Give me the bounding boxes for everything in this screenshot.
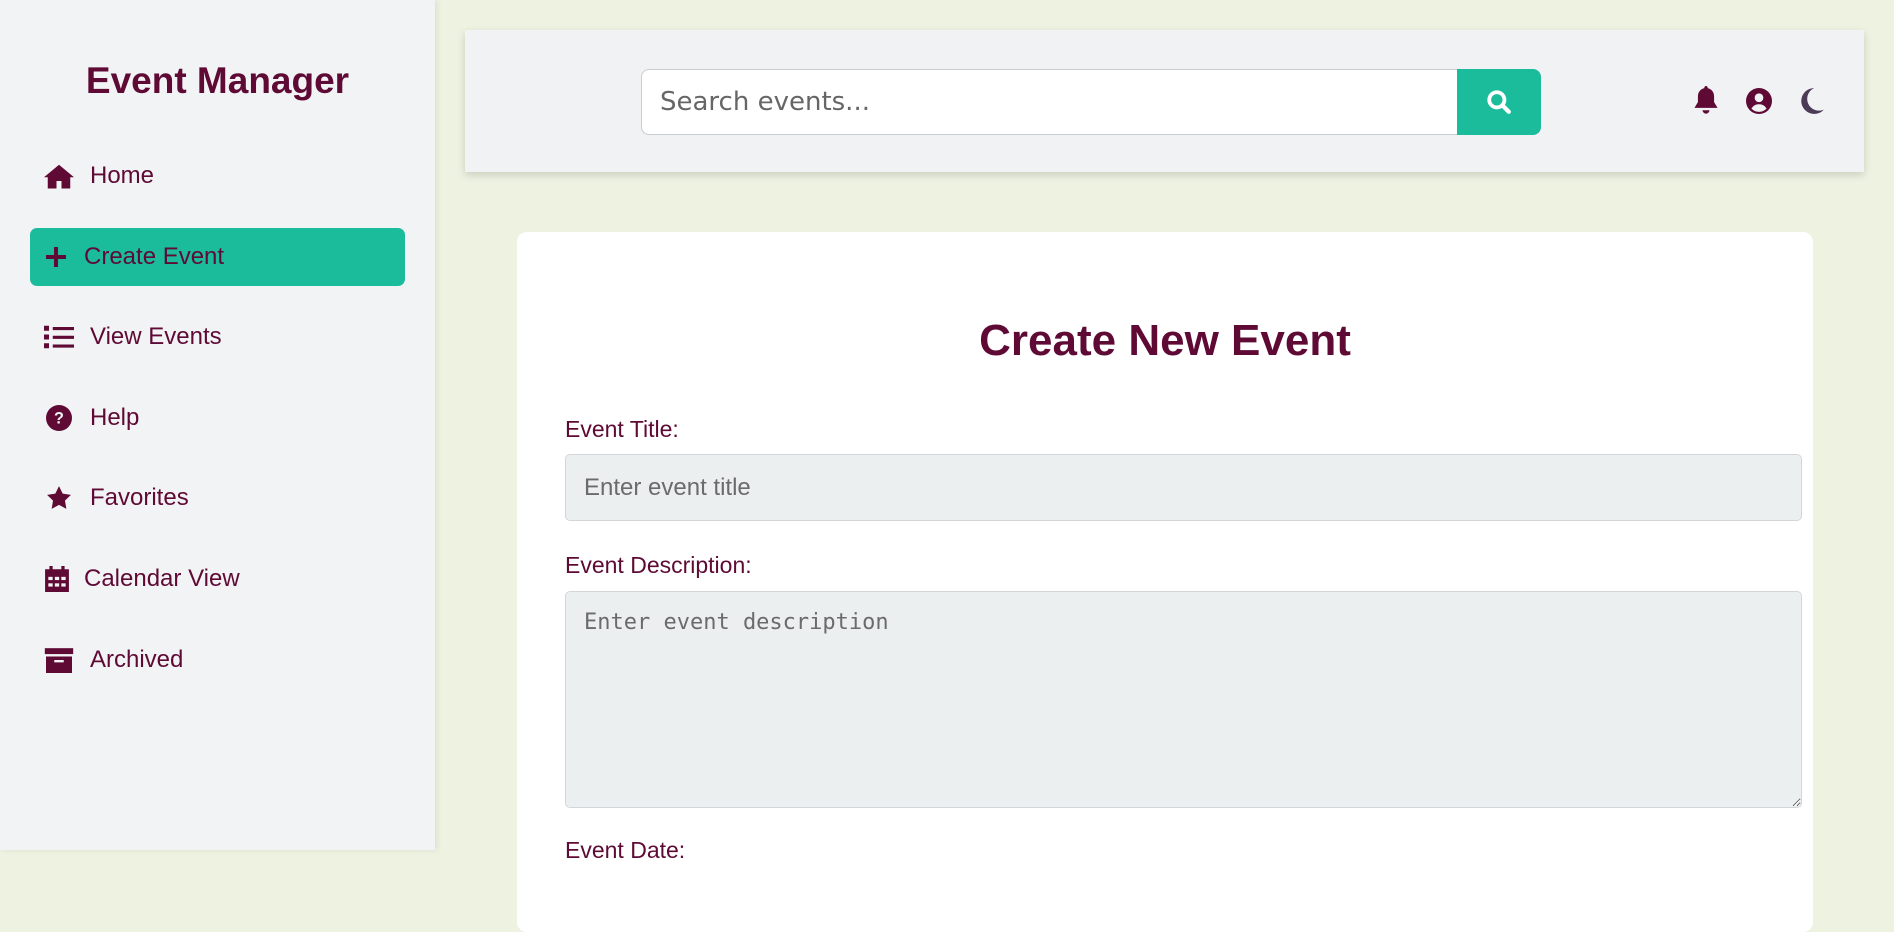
- sidebar-item-label: Help: [90, 404, 140, 431]
- list-icon: [44, 325, 74, 349]
- sidebar-item-view-events[interactable]: View Events: [30, 308, 405, 366]
- bell-icon: [1694, 86, 1718, 114]
- dark-mode-toggle[interactable]: [1797, 85, 1827, 117]
- event-title-input[interactable]: [565, 454, 1802, 521]
- home-icon: [44, 164, 74, 189]
- moon-icon: [1801, 88, 1824, 114]
- plus-icon: [46, 247, 66, 267]
- sidebar-item-create-event[interactable]: Create Event: [30, 228, 405, 286]
- sidebar-item-favorites[interactable]: Favorites: [30, 469, 405, 527]
- sidebar-item-label: Home: [90, 162, 155, 189]
- event-date-label: Event Date:: [565, 837, 686, 863]
- event-title-label: Event Title:: [565, 416, 679, 442]
- sidebar-item-help[interactable]: ? Help: [30, 389, 405, 447]
- notifications-button[interactable]: [1691, 85, 1721, 117]
- search-button[interactable]: [1457, 69, 1541, 135]
- search-icon: [1487, 90, 1511, 114]
- question-circle-icon: ?: [46, 405, 72, 431]
- event-description-label: Event Description:: [565, 552, 752, 578]
- sidebar-item-label: View Events: [90, 323, 222, 350]
- event-description-textarea[interactable]: [565, 591, 1802, 808]
- calendar-icon: [45, 566, 69, 592]
- star-icon: [47, 486, 71, 509]
- create-event-form: Create New Event Event Title: Event Desc…: [517, 232, 1813, 932]
- sidebar: Event Manager Home Create Event View Eve…: [0, 0, 435, 850]
- app-title: Event Manager: [85, 60, 350, 101]
- archive-icon: [44, 648, 74, 673]
- top-header: [465, 30, 1864, 172]
- profile-button[interactable]: [1744, 85, 1774, 117]
- sidebar-item-archived[interactable]: Archived: [30, 631, 405, 689]
- user-circle-icon: [1746, 88, 1772, 114]
- sidebar-item-label: Create Event: [84, 243, 225, 270]
- sidebar-item-home[interactable]: Home: [30, 147, 405, 205]
- sidebar-item-label: Calendar View: [84, 565, 240, 592]
- svg-text:?: ?: [54, 409, 64, 427]
- form-title: Create New Event: [979, 316, 1351, 365]
- search-input[interactable]: [641, 69, 1457, 135]
- sidebar-item-calendar-view[interactable]: Calendar View: [30, 550, 405, 608]
- sidebar-item-label: Archived: [90, 646, 184, 673]
- sidebar-item-label: Favorites: [90, 484, 189, 511]
